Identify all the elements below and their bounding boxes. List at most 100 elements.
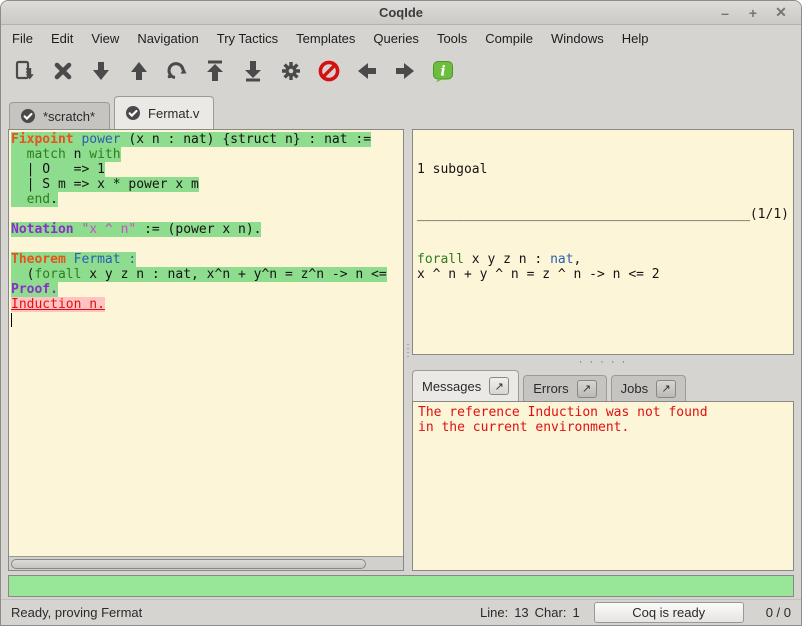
save-button[interactable] xyxy=(9,57,41,89)
menu-item-file[interactable]: File xyxy=(3,28,42,49)
menu-item-windows[interactable]: Windows xyxy=(542,28,613,49)
toolbar: i xyxy=(1,51,801,95)
detach-button[interactable]: ↗ xyxy=(577,380,597,398)
step-forward-button[interactable] xyxy=(85,57,117,89)
menu-item-help[interactable]: Help xyxy=(613,28,658,49)
char-value: 1 xyxy=(572,605,579,620)
line-label: Line: xyxy=(480,605,508,620)
vertical-splitter[interactable]: ···· xyxy=(404,129,412,571)
detach-button[interactable]: ↗ xyxy=(489,377,509,395)
code-token: with xyxy=(89,147,120,162)
minimize-button[interactable]: – xyxy=(715,4,735,22)
scrollbar-thumb[interactable] xyxy=(11,559,366,569)
code-token: x y z n : xyxy=(464,252,550,267)
goals-pane[interactable]: 1 subgoal ______________________________… xyxy=(412,129,794,355)
tab--scratch-[interactable]: *scratch* xyxy=(9,102,110,129)
processed-highlight: | S m => x * power x m xyxy=(11,177,199,192)
fully-check-button[interactable] xyxy=(275,57,307,89)
detach-button[interactable]: ↗ xyxy=(656,380,676,398)
processed-highlight: end. xyxy=(11,192,58,207)
status-right: Line: 13 Char: 1 Coq is ready 0 / 0 xyxy=(480,602,791,623)
code-token xyxy=(66,252,74,267)
save-icon xyxy=(13,59,37,88)
code-line: Induction n. xyxy=(11,297,403,312)
goto-cursor-button[interactable] xyxy=(161,57,193,89)
close-icon xyxy=(51,59,75,88)
svg-text:i: i xyxy=(440,63,445,79)
tab-errors[interactable]: Errors↗ xyxy=(523,375,606,401)
tab-label: Messages xyxy=(422,379,481,394)
code-token: Notation xyxy=(11,222,74,237)
code-area[interactable]: Fixpoint power (x n : nat) {struct n} : … xyxy=(9,130,403,556)
code-token: n xyxy=(66,147,89,162)
status-message: Ready, proving Fermat xyxy=(11,605,480,620)
goal-separator: ________________________________________… xyxy=(417,207,789,222)
go-to-end-button[interactable] xyxy=(237,57,269,89)
next-button[interactable] xyxy=(389,57,421,89)
previous-button[interactable] xyxy=(351,57,383,89)
close-button[interactable]: ✕ xyxy=(771,4,791,22)
window-controls: –+ ✕ xyxy=(715,4,801,22)
editor-tabrow: *scratch*Fermat.v xyxy=(1,95,801,129)
processed-highlight: | O => 1 xyxy=(11,162,105,177)
menu-item-templates[interactable]: Templates xyxy=(287,28,364,49)
tab-messages[interactable]: Messages ↗ xyxy=(412,370,519,401)
menu-item-try-tactics[interactable]: Try Tactics xyxy=(208,28,287,49)
code-token: end xyxy=(27,192,50,207)
code-token: Fermat : xyxy=(74,252,137,267)
processed-highlight: match n with xyxy=(11,147,121,162)
code-line xyxy=(11,207,403,222)
tab-fermat-v[interactable]: Fermat.v xyxy=(114,96,214,129)
interrupt-button[interactable] xyxy=(313,57,345,89)
code-token: power xyxy=(81,132,120,147)
text-cursor xyxy=(11,313,12,327)
goal-line: x ^ n + y ^ n = z ^ n -> n <= 2 xyxy=(417,267,789,282)
code-token: x ^ n + y ^ n = z ^ n -> n <= 2 xyxy=(417,267,660,282)
code-line xyxy=(11,312,403,327)
processed-highlight: Notation "x ^ n" := (power x n). xyxy=(11,222,261,237)
code-token: forall xyxy=(417,252,464,267)
horizontal-scrollbar[interactable] xyxy=(9,556,403,570)
step-backward-button[interactable] xyxy=(123,57,155,89)
message-tabrow: Messages↗Errors↗Jobs↗ xyxy=(412,369,794,401)
statusbar: Ready, proving Fermat Line: 13 Char: 1 C… xyxy=(1,599,801,625)
menu-item-navigation[interactable]: Navigation xyxy=(128,28,207,49)
code-token: | O => 1 xyxy=(11,162,105,177)
previous-icon xyxy=(355,59,379,88)
progress-wrap xyxy=(1,571,801,599)
processed-highlight: Theorem Fermat : xyxy=(11,252,136,267)
window-title: CoqIde xyxy=(1,5,801,20)
menu-item-edit[interactable]: Edit xyxy=(42,28,82,49)
code-token: | S m => x * power x m xyxy=(11,177,199,192)
goals-area: 1 subgoal ______________________________… xyxy=(413,130,793,314)
close-button[interactable] xyxy=(47,57,79,89)
script-editor[interactable]: Fixpoint power (x n : nat) {struct n} : … xyxy=(9,130,403,556)
code-line: Fixpoint power (x n : nat) {struct n} : … xyxy=(11,132,403,147)
about-button[interactable]: i xyxy=(427,57,459,89)
step-forward-icon xyxy=(89,59,113,88)
horizontal-splitter[interactable]: · · · · · xyxy=(412,355,794,369)
restart-button[interactable] xyxy=(199,57,231,89)
processed-highlight: Proof. xyxy=(11,282,58,297)
menu-item-queries[interactable]: Queries xyxy=(364,28,428,49)
splitter-handle-dots: ···· xyxy=(407,342,410,358)
maximize-button[interactable]: + xyxy=(743,4,763,22)
code-token: ( xyxy=(11,267,34,282)
code-token xyxy=(11,192,27,207)
menu-item-compile[interactable]: Compile xyxy=(476,28,542,49)
code-token: . xyxy=(50,192,58,207)
menu-item-view[interactable]: View xyxy=(82,28,128,49)
tab-jobs[interactable]: Jobs↗ xyxy=(611,375,686,401)
interrupt-icon xyxy=(317,59,341,88)
code-line: Theorem Fermat : xyxy=(11,252,403,267)
coq-status-button[interactable]: Coq is ready xyxy=(594,602,744,623)
code-token: , xyxy=(574,252,582,267)
menu-item-tools[interactable]: Tools xyxy=(428,28,476,49)
messages-pane[interactable]: The reference Induction was not foundin … xyxy=(412,401,794,571)
goal-line: forall x y z n : nat, xyxy=(417,252,789,267)
titlebar[interactable]: CoqIde –+ ✕ xyxy=(1,1,801,25)
code-token xyxy=(11,147,27,162)
processed-highlight: Induction n. xyxy=(11,297,105,312)
about-icon: i xyxy=(431,59,455,88)
step-backward-icon xyxy=(127,59,151,88)
